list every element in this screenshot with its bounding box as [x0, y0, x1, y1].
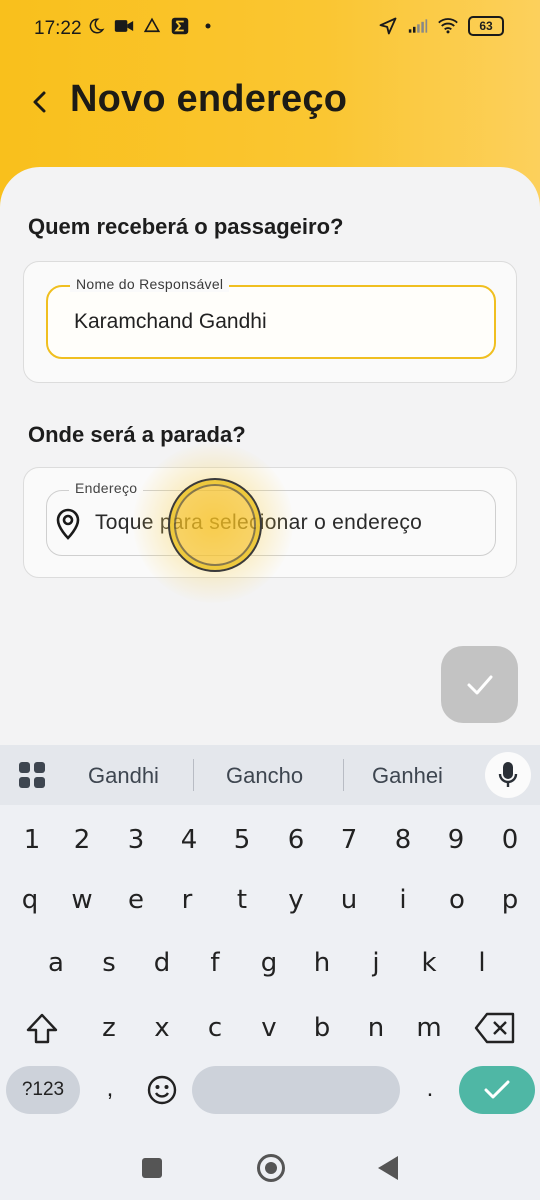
- key-6[interactable]: 6: [276, 825, 316, 855]
- suggestion-divider: [343, 759, 344, 791]
- stop-card: Endereço Toque para selecionar o endereç…: [23, 467, 517, 578]
- address-label: Endereço: [69, 480, 144, 496]
- key-a[interactable]: a: [36, 948, 76, 978]
- key-v[interactable]: v: [249, 1013, 289, 1043]
- key-d[interactable]: d: [142, 948, 182, 978]
- key-u[interactable]: u: [329, 885, 369, 915]
- key-x[interactable]: x: [142, 1013, 182, 1043]
- period-key[interactable]: .: [420, 1075, 440, 1103]
- status-bar: 17:22 63: [0, 0, 540, 60]
- key-g[interactable]: g: [249, 948, 289, 978]
- dot-icon: [198, 16, 218, 36]
- back-triangle-button[interactable]: [378, 1156, 398, 1180]
- status-system-icons: 63: [378, 16, 504, 36]
- key-f[interactable]: f: [195, 948, 235, 978]
- key-j[interactable]: j: [356, 948, 396, 978]
- chevron-left-icon: [33, 91, 46, 113]
- receiver-section-title: Quem receberá o passageiro?: [28, 214, 344, 239]
- key-m[interactable]: m: [409, 1013, 449, 1043]
- comma-key[interactable]: ,: [100, 1075, 120, 1103]
- key-b[interactable]: b: [302, 1013, 342, 1043]
- suggestion-2[interactable]: Gancho: [226, 763, 303, 789]
- keyboard-menu-icon[interactable]: [18, 761, 46, 789]
- suggestion-3[interactable]: Ganhei: [372, 763, 443, 789]
- system-navigation-bar: [0, 1136, 540, 1200]
- key-l[interactable]: l: [462, 948, 502, 978]
- microphone-icon: [498, 762, 518, 787]
- key-r[interactable]: r: [167, 885, 207, 915]
- confirm-button[interactable]: [441, 646, 518, 723]
- enter-key[interactable]: [459, 1066, 535, 1114]
- status-time: 17:22: [34, 18, 82, 39]
- responsible-name-value: Karamchand Gandhi: [74, 310, 267, 333]
- key-4[interactable]: 4: [169, 825, 209, 855]
- status-notification-icons: [86, 16, 218, 36]
- symbols-key[interactable]: ?123: [6, 1066, 80, 1114]
- wifi-icon: [438, 16, 458, 36]
- key-0[interactable]: 0: [490, 825, 530, 855]
- moon-icon: [86, 16, 106, 36]
- key-w[interactable]: w: [62, 885, 102, 915]
- address-field[interactable]: Endereço Toque para selecionar o endereç…: [46, 480, 496, 556]
- key-9[interactable]: 9: [436, 825, 476, 855]
- key-1[interactable]: 1: [12, 825, 52, 855]
- stop-section-title: Onde será a parada?: [28, 422, 246, 447]
- key-o[interactable]: o: [437, 885, 477, 915]
- key-n[interactable]: n: [356, 1013, 396, 1043]
- suggestion-bar: Gandhi Gancho Ganhei: [0, 745, 540, 805]
- key-y[interactable]: y: [276, 885, 316, 915]
- video-camera-icon: [114, 16, 134, 36]
- responsible-name-label: Nome do Responsável: [70, 276, 230, 292]
- key-e[interactable]: e: [116, 885, 156, 915]
- key-2[interactable]: 2: [62, 825, 102, 855]
- key-3[interactable]: 3: [116, 825, 156, 855]
- key-p[interactable]: p: [490, 885, 530, 915]
- key-t[interactable]: t: [222, 885, 262, 915]
- location-pin-icon: [56, 508, 80, 540]
- signal-icon: [408, 16, 428, 36]
- back-button[interactable]: [22, 82, 58, 122]
- key-k[interactable]: k: [409, 948, 449, 978]
- recents-button[interactable]: [142, 1158, 162, 1178]
- drive-icon: [142, 16, 162, 36]
- shift-key-icon[interactable]: [24, 1011, 60, 1047]
- backspace-key-icon[interactable]: [474, 1011, 516, 1045]
- key-q[interactable]: q: [10, 885, 50, 915]
- key-s[interactable]: s: [89, 948, 129, 978]
- keyboard: Gandhi Gancho Ganhei 1 2 3 4 5 6 7 8 9 0…: [0, 745, 540, 1200]
- battery-indicator: 63: [468, 16, 504, 36]
- key-h[interactable]: h: [302, 948, 342, 978]
- voice-input-button[interactable]: [485, 752, 531, 798]
- receiver-card: Nome do Responsável Karamchand Gandhi: [23, 261, 517, 383]
- home-button[interactable]: [257, 1154, 285, 1182]
- check-icon: [467, 675, 492, 694]
- responsible-name-field[interactable]: Nome do Responsável Karamchand Gandhi: [46, 276, 496, 359]
- check-icon: [484, 1080, 510, 1099]
- page-title: Novo endereço: [70, 78, 348, 120]
- home-dot-icon: [265, 1162, 277, 1174]
- location-arrow-icon: [378, 16, 398, 36]
- key-z[interactable]: z: [89, 1013, 129, 1043]
- key-5[interactable]: 5: [222, 825, 262, 855]
- space-key[interactable]: [192, 1066, 400, 1114]
- key-8[interactable]: 8: [383, 825, 423, 855]
- address-placeholder: Toque para selecionar o endereço: [95, 511, 423, 534]
- key-7[interactable]: 7: [329, 825, 369, 855]
- emoji-key-icon[interactable]: [146, 1074, 178, 1106]
- suggestion-divider: [193, 759, 194, 791]
- key-c[interactable]: c: [195, 1013, 235, 1043]
- app-sigma-icon: [170, 16, 190, 36]
- key-i[interactable]: i: [383, 885, 423, 915]
- suggestion-1[interactable]: Gandhi: [88, 763, 159, 789]
